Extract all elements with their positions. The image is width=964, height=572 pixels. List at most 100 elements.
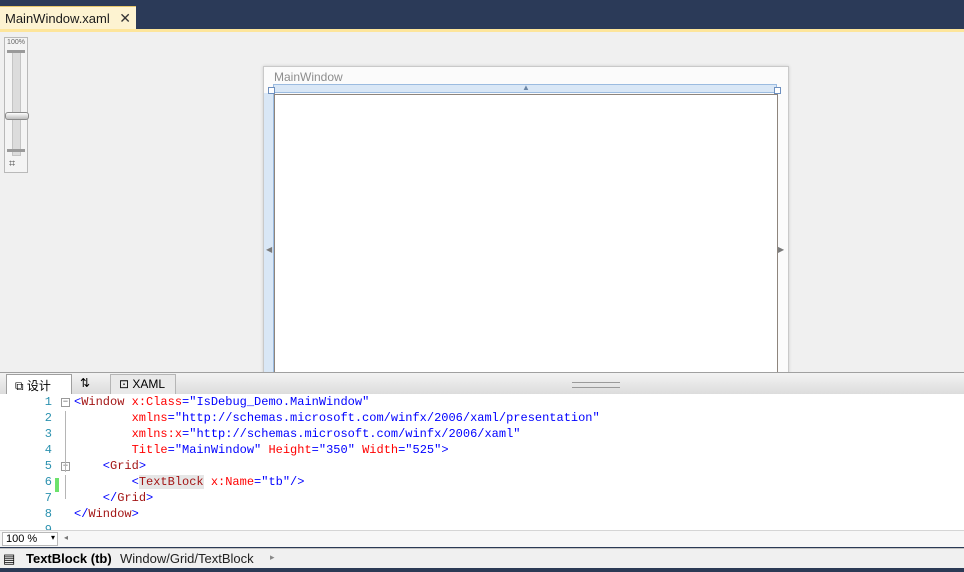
code-token: < [74,459,111,473]
code-line[interactable]: 5− <Grid> [0,459,964,475]
breadcrumb: ▤ TextBlock (tb) Window/Grid/TextBlock ▸ [0,548,964,568]
code-token: < [74,475,139,489]
design-surface[interactable]: 100% ⌗ MainWindow ▲ ◀ ▶ [0,32,964,372]
collapse-icon[interactable]: − [61,398,70,407]
code-token: x:Name [203,475,255,489]
code-text[interactable]: </Grid> [74,491,153,505]
design-icon: ⧉ [15,379,27,393]
code-token: Title [74,443,168,457]
code-token: TextBlock [138,475,204,489]
code-token: " [362,395,370,409]
code-token: </ [74,491,118,505]
code-text[interactable]: <Window x:Class="IsDebug_Demo.MainWindow… [74,395,369,409]
grid-canvas[interactable] [274,94,778,372]
right-arrow-icon: ▶ [778,245,785,254]
line-number: 2 [44,411,52,425]
line-number: 6 [44,475,52,489]
line-number: 9 [44,523,52,530]
code-text[interactable]: </Window> [74,507,139,521]
view-splitter[interactable]: ⧉ 设计 ⇅ ⊡ XAML [0,372,964,394]
scroll-left-icon[interactable]: ◂ [64,533,68,542]
editor-zoom-value: 100 % [6,533,38,545]
swap-icon: ⇅ [80,376,91,390]
code-token: =" [182,427,197,441]
code-token: > [131,507,139,521]
code-token: Window [81,395,125,409]
left-arrow-icon: ◀ [266,245,273,254]
code-token: Grid [117,491,147,505]
code-text[interactable]: xmlns="http://schemas.microsoft.com/winf… [74,411,600,425]
mainwindow-preview[interactable]: MainWindow ▲ ◀ ▶ [263,66,789,372]
code-token: xmlns:x [74,427,183,441]
code-token: 350 [326,443,348,457]
code-line[interactable]: 3 xmlns:x="http://schemas.microsoft.com/… [0,427,964,443]
code-token: MainWindow [182,443,255,457]
code-text[interactable]: <TextBlock x:Name="tb"/> [74,475,304,489]
breadcrumb-selected-element[interactable]: TextBlock (tb) [26,551,112,566]
code-line[interactable]: 1− <Window x:Class="IsDebug_Demo.MainWind… [0,395,964,411]
code-token: " [347,443,355,457]
code-line[interactable]: 4 Title="MainWindow" Height="350" Width=… [0,443,964,459]
code-text[interactable]: Title="MainWindow" Height="350" Width="5… [74,443,449,457]
code-line[interactable]: 6 <TextBlock x:Name="tb"/> [0,475,964,491]
tab-xaml[interactable]: ⊡ XAML [110,374,176,394]
code-token: IsDebug_Demo.MainWindow [196,395,363,409]
code-text[interactable]: <Grid> [74,459,146,473]
resize-handle-top-left[interactable] [268,87,275,94]
column-rail-arrow-icon: ▲ [522,83,530,92]
editor-footer: 100 % ▾ ◂ [0,530,964,547]
code-token: http://schemas.microsoft.com/winfx/2006/… [196,427,514,441]
tab-design-label: 设计 [26,379,51,393]
code-token: 525 [412,443,435,457]
swap-panes-button[interactable]: ⇅ [72,374,110,394]
code-text[interactable]: xmlns:x="http://schemas.microsoft.com/wi… [74,427,521,441]
code-token: Width [354,443,399,457]
code-line[interactable]: 9 [0,523,964,530]
code-token: xmlns [74,411,168,425]
grid-row-rail[interactable] [264,93,274,372]
breadcrumb-arrow-icon[interactable]: ▸ [270,552,275,563]
window-bottom-edge [0,568,964,572]
line-number: 8 [44,507,52,521]
code-line[interactable]: 7 </Grid> [0,491,964,507]
grid-column-rail[interactable]: ▲ [273,83,777,93]
document-tab-mainwindow[interactable]: MainWindow.xaml ✕ [0,6,136,29]
code-token: =" [311,443,327,457]
document-tab-strip: MainWindow.xaml ✕ [0,0,964,29]
zoom-slider-label: 100% [7,39,25,46]
code-token: =" [398,443,413,457]
fit-to-window-icon[interactable]: ⌗ [9,158,15,171]
line-number: 4 [44,443,52,457]
zoom-slider-max-stop [7,50,25,53]
code-token: > [138,459,147,473]
xaml-icon: ⊡ [119,377,133,391]
line-number: 3 [44,427,52,441]
code-token: http://schemas.microsoft.com/winfx/2006/… [182,411,593,425]
tab-design[interactable]: ⧉ 设计 [6,374,72,394]
window-title: MainWindow [274,70,343,84]
zoom-slider[interactable]: 100% ⌗ [4,37,29,173]
code-token: x:Class [124,395,183,409]
fold-guide [65,411,66,472]
code-token: " [592,411,600,425]
splitter-grip[interactable] [572,382,620,388]
code-token: =" [182,395,197,409]
close-icon[interactable]: ✕ [119,10,131,27]
code-token: "> [434,443,449,457]
code-token: Height [261,443,312,457]
editor-zoom-select[interactable]: 100 % ▾ [2,532,58,546]
code-token: =" [167,443,183,457]
code-token: tb [268,475,283,489]
zoom-slider-thumb[interactable] [5,112,29,120]
code-token: "/> [282,475,305,489]
code-line[interactable]: 2 xmlns="http://schemas.microsoft.com/wi… [0,411,964,427]
breadcrumb-path[interactable]: Window/Grid/TextBlock [120,551,254,566]
line-number: 5 [44,459,52,473]
code-token: =" [254,475,269,489]
resize-handle-top-right[interactable] [774,87,781,94]
xaml-editor[interactable]: 1− <Window x:Class="IsDebug_Demo.MainWind… [0,394,964,530]
chevron-down-icon[interactable]: ▾ [51,533,55,542]
zoom-slider-track[interactable] [12,50,21,156]
fold-guide [65,475,66,499]
code-line[interactable]: 8 </Window> [0,507,964,523]
